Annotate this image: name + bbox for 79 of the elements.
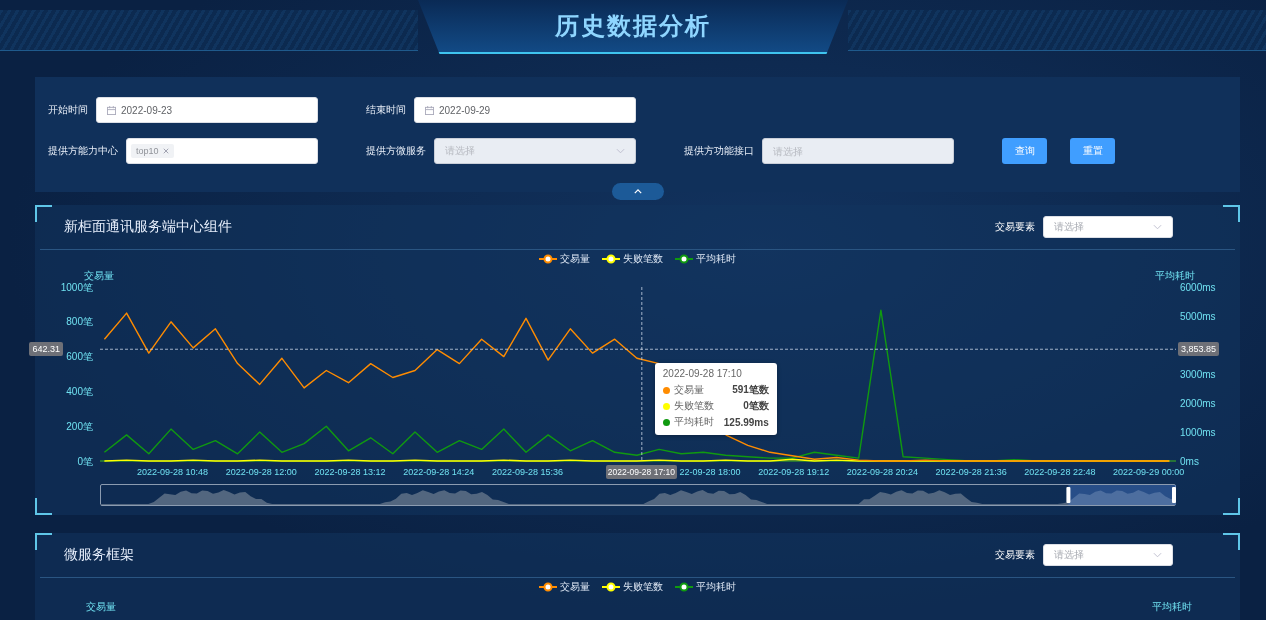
- legend-item[interactable]: 平均耗时: [675, 251, 736, 266]
- zoom-window[interactable]: [1068, 485, 1176, 505]
- axis-label: 2022-09-29 00:00: [1113, 467, 1185, 477]
- legend-item[interactable]: 平均耗时: [675, 579, 736, 594]
- corner-bracket: [35, 498, 52, 515]
- legend-item[interactable]: 交易量: [539, 579, 590, 594]
- corner-bracket: [35, 205, 52, 222]
- calendar-icon: [425, 105, 434, 115]
- axis-label: 3000ms: [1180, 368, 1216, 380]
- chevron-up-icon: [633, 189, 642, 194]
- chevron-down-icon: [1153, 224, 1162, 230]
- axis-label: 22-09-28 18:00: [679, 467, 741, 477]
- legend-item[interactable]: 失败笔数: [602, 579, 663, 594]
- axis-label: 200笔: [66, 420, 93, 432]
- axis-title: 交易量: [86, 600, 116, 614]
- field-label: 开始时间: [48, 103, 88, 117]
- page-title: 历史数据分析: [555, 11, 711, 41]
- collapse-button[interactable]: [611, 183, 664, 200]
- axis-label: 2022-09-28 14:24: [403, 467, 475, 477]
- axis-label: 2000ms: [1180, 397, 1216, 409]
- tooltip-value: 125.99ms: [723, 416, 769, 428]
- axis-label: 400笔: [66, 385, 93, 397]
- axis-label: 0ms: [1180, 455, 1199, 467]
- tooltip-label: 失败笔数: [673, 399, 715, 414]
- axis-label: 2022-09-28 15:36: [491, 467, 563, 477]
- corner-bracket: [1223, 498, 1240, 515]
- axis-label: 2022-09-28 22:48: [1024, 467, 1096, 477]
- axis-label: 2022-09-28 13:12: [314, 467, 386, 477]
- panel-title: 微服务框架: [64, 546, 134, 564]
- legend-item[interactable]: 失败笔数: [602, 251, 663, 266]
- axis-label: 2022-09-28 10:48: [136, 467, 208, 477]
- slider-handle[interactable]: [1172, 487, 1176, 503]
- axis-label: 2022-09-28 19:12: [758, 467, 830, 477]
- axis-pointer-label: 642.31: [29, 342, 63, 357]
- field-label: 结束时间: [366, 103, 406, 117]
- date-field[interactable]: 2022-09-23: [96, 97, 318, 123]
- legend-label: 平均耗时: [696, 251, 736, 266]
- axis-label: 600笔: [66, 351, 93, 363]
- date-field[interactable]: 2022-09-29: [414, 97, 636, 123]
- tooltip-label: 平均耗时: [673, 415, 715, 430]
- legend-label: 失败笔数: [623, 251, 663, 266]
- panel-title: 新柜面通讯服务端中心组件: [64, 218, 232, 236]
- close-icon[interactable]: [162, 148, 169, 154]
- tooltip-value: 591笔数: [732, 383, 769, 398]
- legend-label: 交易量: [560, 251, 590, 266]
- axis-label: 2022-09-28 21:36: [935, 467, 1007, 477]
- axis-title: 交易量: [84, 270, 114, 281]
- axis-label: 800笔: [66, 316, 93, 328]
- field-label: 提供方功能接口: [684, 144, 754, 158]
- field-label: 交易要素: [995, 548, 1035, 562]
- axis-label: 2022-09-28 12:00: [225, 467, 297, 477]
- corner-bracket: [1223, 533, 1240, 550]
- tooltip-value: 0笔数: [743, 399, 769, 414]
- corner-bracket: [35, 533, 52, 550]
- axis-title: 平均耗时: [1152, 600, 1192, 614]
- slider-handle[interactable]: [1066, 487, 1071, 503]
- legend-label: 平均耗时: [696, 579, 736, 594]
- axis-label: 1000笔: [60, 281, 93, 293]
- chevron-down-icon: [1153, 552, 1162, 558]
- field-label: 交易要素: [995, 220, 1035, 234]
- axis-label: 2022-09-28 20:24: [846, 467, 918, 477]
- axis-title: 平均耗时: [1155, 270, 1195, 281]
- tooltip-label: 交易量: [673, 383, 705, 398]
- axis-pointer-label: 3,853.85: [1178, 342, 1220, 357]
- calendar-icon: [107, 105, 116, 115]
- zoom-slider[interactable]: [100, 484, 1176, 506]
- field-label: 提供方能力中心: [48, 144, 118, 158]
- legend-label: 失败笔数: [623, 579, 663, 594]
- legend-item[interactable]: 交易量: [539, 251, 590, 266]
- axis-label: 6000ms: [1180, 281, 1216, 293]
- legend-label: 交易量: [560, 579, 590, 594]
- axis-label: 0笔: [77, 455, 93, 467]
- tooltip-title: 2022-09-28 17:10: [662, 368, 743, 380]
- axis-label: 5000ms: [1180, 310, 1216, 322]
- chevron-down-icon: [616, 148, 625, 154]
- field-label: 提供方微服务: [366, 144, 426, 158]
- axis-pointer-label: 2022-09-28 17:10: [605, 465, 677, 479]
- corner-bracket: [1223, 205, 1240, 222]
- axis-label: 1000ms: [1180, 426, 1216, 438]
